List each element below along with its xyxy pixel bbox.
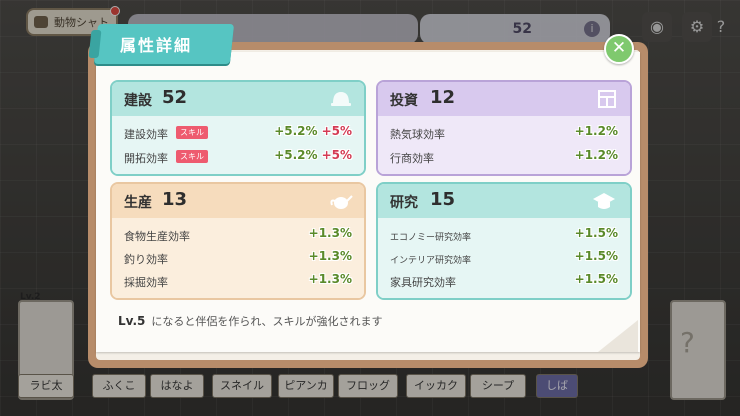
stat-label: エコノミー研究効率: [390, 233, 472, 243]
stat-value: +1.5%: [574, 272, 618, 286]
section-name: 建設: [124, 93, 152, 109]
stat-row: 食物生産効率 +1.3%: [124, 226, 352, 246]
watering-can-icon: [330, 195, 353, 209]
stat-label: 開拓効率: [124, 152, 168, 165]
dialog-title: 属性詳細: [120, 36, 193, 55]
note-level: Lv.5: [118, 314, 146, 328]
section-name: 生産: [124, 195, 152, 211]
stat-row: 熱気球効率 +1.2%: [390, 124, 618, 144]
stat-row: 行商効率 +1.2%: [390, 148, 618, 168]
graduation-cap-icon: [593, 193, 615, 209]
note-text: になると伴侶を作られ、スキルが強化されます: [151, 315, 383, 328]
section-research: 研究 15 エコノミー研究効率 +1.5% インテリア研究効率 +1.5% 家具…: [376, 182, 632, 300]
section-count: 13: [162, 189, 188, 210]
helmet-icon: [331, 92, 351, 106]
stat-row: 建設効率 スキル +5.2% +5%: [124, 124, 352, 144]
section-investment: 投資 12 熱気球効率 +1.2% 行商効率 +1.2%: [376, 80, 632, 176]
section-count: 12: [430, 87, 456, 108]
stat-value: +1.5%: [574, 249, 618, 263]
stat-label: 採掘効率: [124, 276, 168, 289]
stat-label: 釣り効率: [124, 253, 168, 266]
stat-value: +1.3%: [308, 272, 352, 286]
close-button[interactable]: ✕: [604, 34, 634, 64]
stat-row: 採掘効率 +1.3%: [124, 272, 352, 292]
stat-label: 食物生産効率: [124, 230, 190, 243]
stat-value: +1.2%: [574, 148, 618, 162]
stat-row: インテリア研究効率 +1.5%: [390, 249, 618, 269]
stat-row: エコノミー研究効率 +1.5%: [390, 226, 618, 246]
section-name: 投資: [390, 93, 418, 109]
stat-label: 行商効率: [390, 152, 434, 165]
stat-label: 家具研究効率: [390, 276, 456, 289]
section-name: 研究: [390, 195, 418, 211]
bonus-value: +5%: [321, 124, 352, 138]
section-production: 生産 13 食物生産効率 +1.3% 釣り効率 +1.3% 採掘効率 +1.3%: [110, 182, 366, 300]
stat-value: +5.2% +5%: [274, 148, 352, 162]
base-value: +5.2%: [274, 124, 318, 138]
stat-row: 釣り効率 +1.3%: [124, 249, 352, 269]
section-construction: 建設 52 建設効率 スキル +5.2% +5% 開拓効率 スキル +5.2% +5…: [110, 80, 366, 176]
stat-label: インテリア研究効率: [390, 256, 472, 266]
stat-value: +1.2%: [574, 124, 618, 138]
section-count: 52: [162, 87, 188, 108]
base-value: +5.2%: [274, 148, 318, 162]
stat-value: +1.3%: [308, 249, 352, 263]
stat-value: +1.5%: [574, 226, 618, 240]
level-note: Lv.5 になると伴侶を作られ、スキルが強化されます: [118, 313, 383, 329]
stat-value: +5.2% +5%: [274, 124, 352, 138]
stat-row: 開拓効率 スキル +5.2% +5%: [124, 148, 352, 168]
skill-badge: スキル: [176, 126, 208, 139]
section-count: 15: [430, 189, 456, 210]
stat-label: 建設効率: [124, 128, 168, 141]
stat-label: 熱気球効率: [390, 128, 445, 141]
bonus-value: +5%: [321, 148, 352, 162]
stat-value: +1.3%: [308, 226, 352, 240]
stat-row: 家具研究効率 +1.5%: [390, 272, 618, 292]
skill-badge: スキル: [176, 150, 208, 163]
window-icon: [598, 90, 616, 108]
